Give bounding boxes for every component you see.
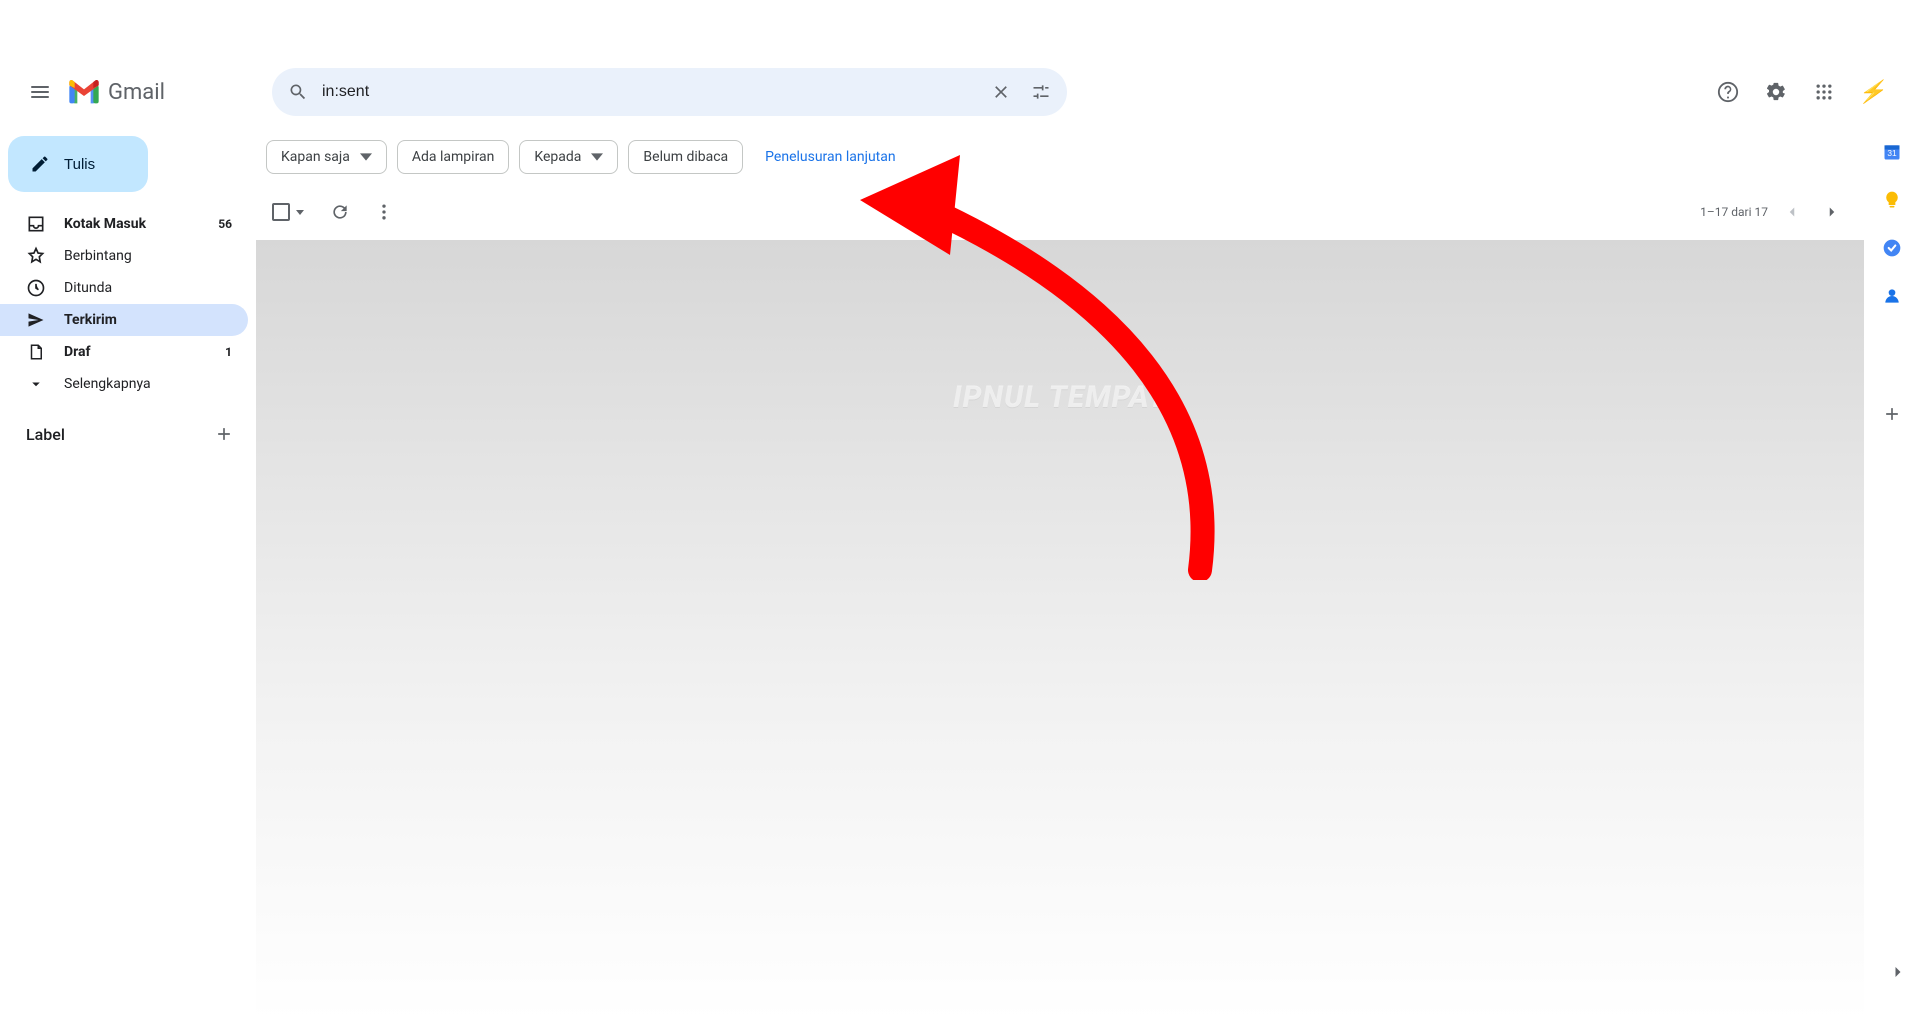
contacts-icon	[1882, 286, 1902, 306]
search-bar	[272, 68, 1067, 116]
refresh-button[interactable]	[322, 194, 358, 230]
sidebar-item-label: Berbintang	[64, 248, 232, 264]
chip-has-attachment[interactable]: Ada lampiran	[397, 140, 510, 174]
sidebar-item-snoozed[interactable]: Ditunda	[0, 272, 248, 304]
more-button[interactable]	[366, 194, 402, 230]
search-icon	[288, 82, 308, 102]
chip-label: Ada lampiran	[412, 149, 495, 165]
chevron-down-icon	[591, 151, 603, 163]
chip-label: Belum dibaca	[643, 149, 728, 165]
close-icon	[991, 82, 1011, 102]
page-prev-button[interactable]	[1776, 196, 1808, 228]
sidebar: Tulis Kotak Masuk 56 Berbintang	[0, 124, 256, 1020]
app-title: Gmail	[108, 80, 165, 105]
clock-icon	[26, 278, 46, 298]
chevron-down-icon	[296, 210, 304, 215]
sidebar-item-drafts[interactable]: Draf 1	[0, 336, 248, 368]
tune-icon	[1031, 82, 1051, 102]
star-icon	[26, 246, 46, 266]
support-button[interactable]	[1708, 72, 1748, 112]
sidebar-item-starred[interactable]: Berbintang	[0, 240, 248, 272]
chevron-down-icon	[360, 151, 372, 163]
labels-title: Label	[26, 425, 65, 444]
gmail-icon	[68, 80, 100, 104]
chip-label: Kepada	[534, 149, 581, 165]
chip-anytime[interactable]: Kapan saja	[266, 140, 387, 174]
sidebar-item-label: Draf	[64, 344, 225, 360]
sidebar-item-count: 56	[218, 217, 232, 231]
settings-button[interactable]	[1756, 72, 1796, 112]
apps-button[interactable]	[1804, 72, 1844, 112]
chip-unread[interactable]: Belum dibaca	[628, 140, 743, 174]
sidebar-item-sent[interactable]: Terkirim	[0, 304, 248, 336]
compose-label: Tulis	[64, 156, 95, 173]
account-avatar-icon: ⚡	[1858, 80, 1885, 105]
chip-to[interactable]: Kepada	[519, 140, 618, 174]
add-label-button[interactable]	[210, 420, 238, 448]
search-button[interactable]	[278, 72, 318, 112]
advanced-search-link[interactable]: Penelusuran lanjutan	[765, 149, 895, 165]
pagination-text: 1–17 dari 17	[1700, 205, 1768, 219]
svg-text:31: 31	[1887, 148, 1897, 158]
refresh-icon	[330, 202, 350, 222]
main-menu-button[interactable]	[16, 68, 64, 116]
sidebar-item-label: Kotak Masuk	[64, 216, 218, 232]
select-all-control[interactable]	[272, 203, 304, 221]
search-input[interactable]	[318, 83, 981, 101]
filter-chips-row: Kapan saja Ada lampiran Kepada Belum dib…	[256, 124, 1864, 188]
gear-icon	[1765, 81, 1787, 103]
tasks-app-button[interactable]	[1882, 238, 1902, 258]
chevron-left-icon	[1783, 203, 1801, 221]
main-panel: Kapan saja Ada lampiran Kepada Belum dib…	[256, 124, 1864, 1020]
checkbox-icon	[272, 203, 290, 221]
calendar-app-button[interactable]: 31	[1882, 142, 1902, 162]
file-icon	[26, 342, 46, 362]
search-options-button[interactable]	[1021, 72, 1061, 112]
more-vert-icon	[374, 202, 394, 222]
sidebar-item-inbox[interactable]: Kotak Masuk 56	[0, 208, 248, 240]
calendar-icon: 31	[1882, 142, 1902, 162]
chevron-down-icon	[26, 374, 46, 394]
plus-icon	[1882, 404, 1902, 424]
get-addons-button[interactable]	[1872, 394, 1912, 434]
sidebar-item-more[interactable]: Selengkapnya	[0, 368, 248, 400]
keep-icon	[1882, 190, 1902, 210]
sidebar-item-count: 1	[225, 345, 232, 359]
watermark-text: IPNUL TEMPAT	[953, 380, 1167, 415]
pencil-icon	[30, 154, 50, 174]
pagination: 1–17 dari 17	[1700, 196, 1848, 228]
send-icon	[26, 310, 46, 330]
app-header: Gmail	[0, 60, 1920, 124]
hamburger-icon	[31, 86, 49, 98]
tasks-icon	[1882, 238, 1902, 258]
keep-app-button[interactable]	[1882, 190, 1902, 210]
gmail-logo[interactable]: Gmail	[68, 80, 165, 105]
clear-search-button[interactable]	[981, 72, 1021, 112]
inbox-icon	[26, 214, 46, 234]
chevron-right-icon	[1888, 962, 1908, 982]
help-icon	[1717, 81, 1739, 103]
contacts-app-button[interactable]	[1882, 286, 1902, 306]
chip-label: Kapan saja	[281, 149, 350, 165]
sidebar-item-label: Terkirim	[64, 312, 232, 328]
chevron-right-icon	[1823, 203, 1841, 221]
compose-button[interactable]: Tulis	[8, 136, 148, 192]
side-panel-toggle[interactable]	[1888, 962, 1908, 986]
page-next-button[interactable]	[1816, 196, 1848, 228]
apps-icon	[1814, 82, 1834, 102]
sidebar-item-label: Selengkapnya	[64, 376, 232, 392]
sidebar-item-label: Ditunda	[64, 280, 232, 296]
message-list-area: IPNUL TEMPAT	[256, 240, 1864, 1020]
list-toolbar: 1–17 dari 17	[256, 188, 1864, 240]
plus-icon	[214, 424, 234, 444]
account-button[interactable]: ⚡	[1852, 72, 1892, 112]
labels-section-header: Label	[0, 400, 256, 456]
side-panel: 31	[1864, 124, 1920, 1020]
